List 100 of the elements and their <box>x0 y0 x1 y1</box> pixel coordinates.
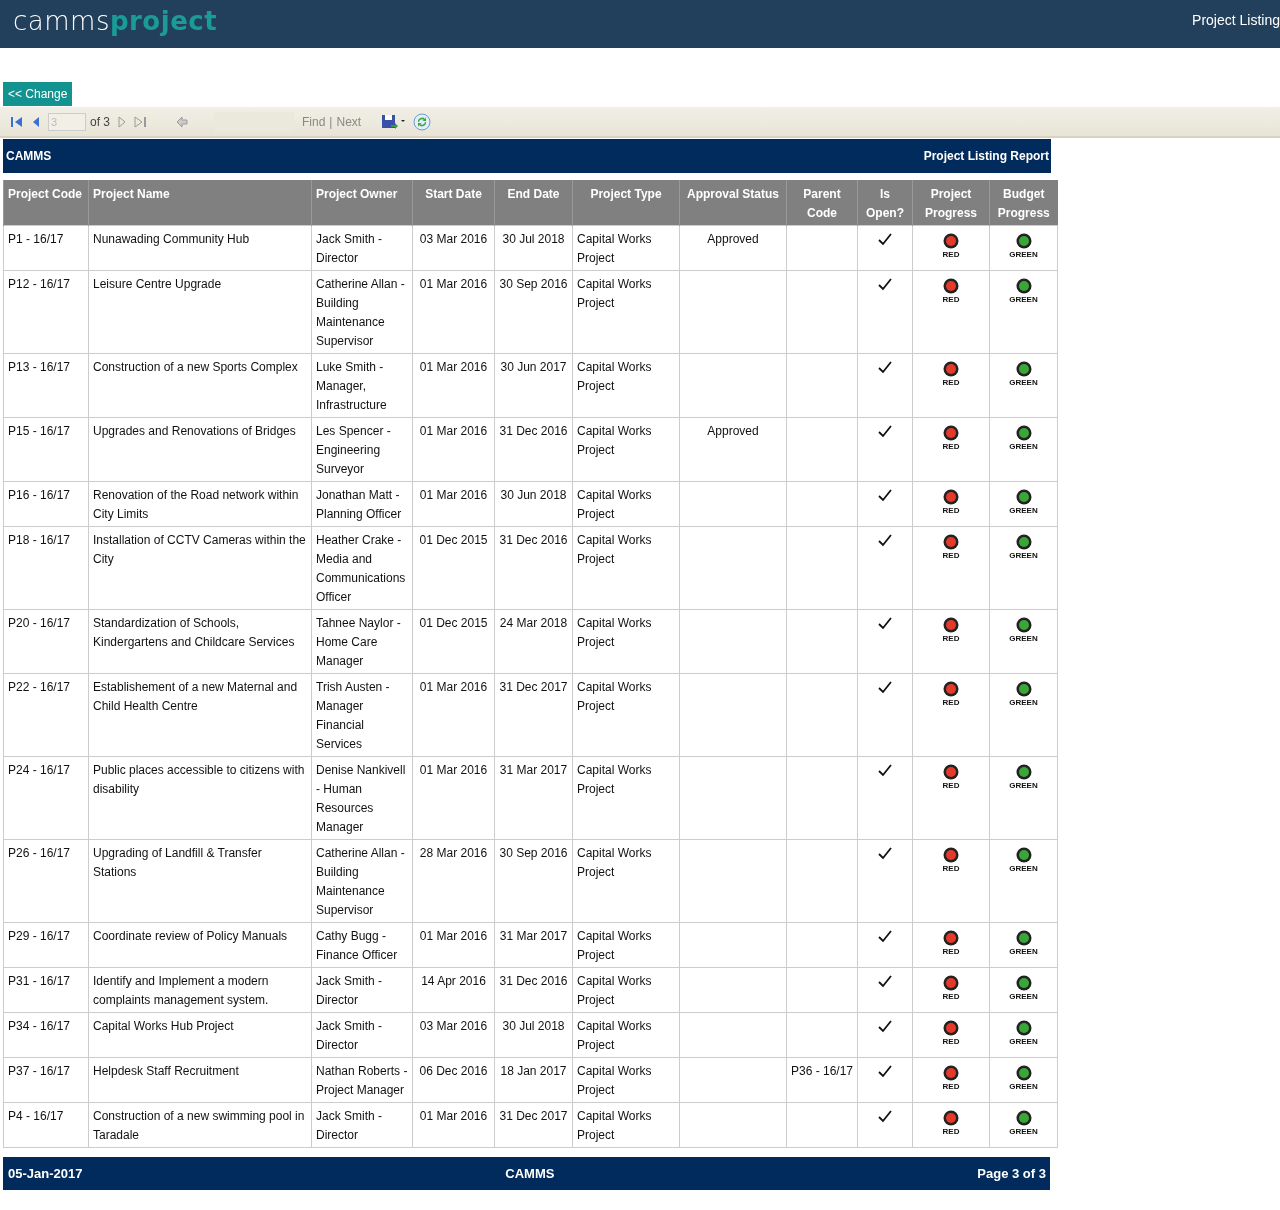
table-cell: P12 - 16/17 <box>3 270 89 354</box>
table-cell: Capital Works Hub Project <box>88 1012 312 1058</box>
table-cell: 31 Dec 2016 <box>494 526 573 610</box>
status-label: GREEN <box>1009 781 1038 790</box>
table-cell: 31 Mar 2017 <box>494 756 573 840</box>
first-page-icon[interactable] <box>10 115 24 128</box>
save-icon[interactable] <box>381 113 406 130</box>
table-cell: Public places accessible to citizens with disability <box>88 756 312 840</box>
change-button[interactable]: << Change <box>3 82 73 106</box>
table-cell: P24 - 16/17 <box>3 756 89 840</box>
table-cell: Construction of a new swimming pool in Taradale <box>88 1102 312 1148</box>
last-page-icon[interactable] <box>134 115 148 128</box>
table-cell: Capital Works Project <box>572 756 680 840</box>
table-cell: Jack Smith - Director <box>311 967 413 1013</box>
status-label: GREEN <box>1009 864 1038 873</box>
page-indicator: Page 3 of 3 <box>977 1166 1046 1181</box>
next-link[interactable]: Next <box>336 114 362 129</box>
report-title: Project Listing Report <box>923 149 1049 163</box>
table-cell: P22 - 16/17 <box>3 673 89 757</box>
table-cell: 24 Mar 2018 <box>494 609 573 674</box>
table-cell: Installation of CCTV Cameras within the City <box>88 526 312 610</box>
previous-page-icon[interactable] <box>32 115 40 128</box>
company-name: CAMMS <box>505 1166 555 1181</box>
table-cell: 30 Sep 2016 <box>494 839 573 923</box>
table-cell: Capital Works Project <box>572 417 680 482</box>
status-label: RED <box>942 1082 960 1091</box>
table-cell: 30 Sep 2016 <box>494 270 573 354</box>
table-cell: 01 Mar 2016 <box>412 481 495 527</box>
find-link[interactable]: Find <box>302 114 326 129</box>
column-header: Project Owner <box>311 180 413 226</box>
table-cell: P4 - 16/17 <box>3 1102 89 1148</box>
report-date: 05-Jan-2017 <box>8 1166 83 1181</box>
table-cell: 01 Dec 2015 <box>412 526 495 610</box>
status-label: GREEN <box>1009 250 1038 259</box>
table-cell: Coordinate review of Policy Manuals <box>88 922 312 968</box>
table-cell: P20 - 16/17 <box>3 609 89 674</box>
table-cell: Approved <box>679 225 787 271</box>
table-cell: 01 Mar 2016 <box>412 922 495 968</box>
table-cell: Capital Works Project <box>572 609 680 674</box>
status-label: RED <box>942 295 960 304</box>
status-label: GREEN <box>1009 442 1038 451</box>
table-cell: 31 Dec 2017 <box>494 1102 573 1148</box>
table-cell: Capital Works Project <box>572 673 680 757</box>
table-cell: Catherine Allan - Building Maintenance Supervisor <box>311 839 413 923</box>
status-label: RED <box>942 698 960 707</box>
table-cell: Capital Works Project <box>572 225 680 271</box>
table-cell: 14 Apr 2016 <box>412 967 495 1013</box>
table-cell: Jonathan Matt - Planning Officer <box>311 481 413 527</box>
table-cell: Tahnee Naylor - Home Care Manager <box>311 609 413 674</box>
table-cell: Capital Works Project <box>572 526 680 610</box>
column-header: End Date <box>494 180 573 226</box>
status-label: RED <box>942 781 960 790</box>
table-cell: 01 Mar 2016 <box>412 353 495 418</box>
table-cell: Capital Works Project <box>572 481 680 527</box>
table-cell: 06 Dec 2016 <box>412 1057 495 1103</box>
table-cell: Nunawading Community Hub <box>88 225 312 271</box>
status-label: RED <box>942 992 960 1001</box>
status-label: GREEN <box>1009 378 1038 387</box>
table-cell: 31 Dec 2017 <box>494 673 573 757</box>
table-cell: P34 - 16/17 <box>3 1012 89 1058</box>
table-cell: 01 Dec 2015 <box>412 609 495 674</box>
table-cell: 30 Jul 2018 <box>494 1012 573 1058</box>
table-cell: P1 - 16/17 <box>3 225 89 271</box>
status-label: RED <box>942 250 960 259</box>
status-label: RED <box>942 442 960 451</box>
table-cell: 18 Jan 2017 <box>494 1057 573 1103</box>
status-label: GREEN <box>1009 295 1038 304</box>
back-arrow-icon[interactable] <box>176 115 188 128</box>
table-cell: P26 - 16/17 <box>3 839 89 923</box>
table-cell: Standardization of Schools, Kindergartens and Childcare Services <box>88 609 312 674</box>
table-cell: P36 - 16/17 <box>786 1057 858 1103</box>
column-header: Project Code <box>3 180 89 226</box>
table-cell: Denise Nankivell - Human Resources Manager <box>311 756 413 840</box>
status-label: RED <box>942 551 960 560</box>
refresh-icon[interactable] <box>413 112 432 131</box>
company-name: CAMMS <box>6 149 52 163</box>
table-cell: Cathy Bugg - Finance Officer <box>311 922 413 968</box>
column-header: Parent Code <box>786 180 858 226</box>
table-cell: 03 Mar 2016 <box>412 225 495 271</box>
table-cell: Capital Works Project <box>572 839 680 923</box>
table-cell: Capital Works Project <box>572 1057 680 1103</box>
column-header: Project Name <box>88 180 312 226</box>
table-cell: 01 Mar 2016 <box>412 756 495 840</box>
table-cell: P16 - 16/17 <box>3 481 89 527</box>
table-cell: 01 Mar 2016 <box>412 270 495 354</box>
table-cell: Upgrades and Renovations of Bridges <box>88 417 312 482</box>
column-header: Project Type <box>572 180 680 226</box>
table-cell: Heather Crake - Media and Communications Officer <box>311 526 413 610</box>
column-header: Start Date <box>412 180 495 226</box>
status-label: RED <box>942 506 960 515</box>
status-label: GREEN <box>1009 506 1038 515</box>
table-cell: Helpdesk Staff Recruitment <box>88 1057 312 1103</box>
separator: | <box>329 114 333 129</box>
table-cell: Capital Works Project <box>572 1102 680 1148</box>
table-cell: Luke Smith - Manager, Infrastructure <box>311 353 413 418</box>
status-label: GREEN <box>1009 634 1038 643</box>
table-cell: Nathan Roberts - Project Manager <box>311 1057 413 1103</box>
column-header: Project Progress <box>912 180 990 226</box>
next-page-icon[interactable] <box>118 115 126 128</box>
table-cell: Jack Smith - Director <box>311 1012 413 1058</box>
